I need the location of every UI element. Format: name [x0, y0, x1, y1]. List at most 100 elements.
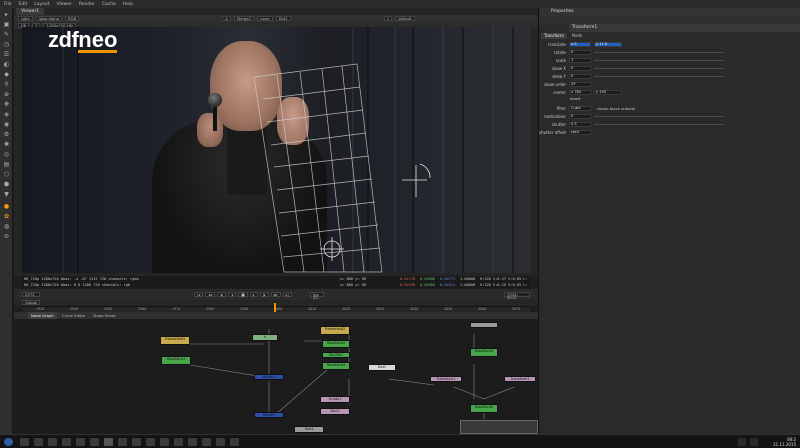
shutter-offset-dropdown[interactable]: start [569, 130, 591, 135]
taskbar-app-13-icon[interactable] [188, 438, 197, 446]
next-frame-button[interactable]: |▸ [259, 292, 269, 297]
first-frame-button[interactable]: |◂ [194, 292, 204, 297]
taskbar-app-8-icon[interactable] [118, 438, 127, 446]
viewer-tab[interactable]: Viewer1 [16, 8, 45, 15]
clamp-options[interactable]: clamp black outside [597, 105, 635, 112]
node-rotopaint2[interactable]: RotoPaint2 [322, 340, 350, 348]
taskbar-app-1-icon[interactable] [20, 438, 29, 446]
scale-slider[interactable] [594, 60, 724, 61]
taskbar-app-10-icon[interactable] [146, 438, 155, 446]
taskbar-nuke-icon[interactable] [104, 438, 113, 446]
display-dropdown[interactable]: RGB [65, 16, 80, 21]
node-text1[interactable]: Text1 [294, 426, 324, 433]
particles-icon[interactable]: ✺ [2, 140, 11, 148]
skew-x-field[interactable]: 0 [569, 66, 591, 71]
node-merge2[interactable]: Merge2 [254, 412, 284, 418]
time-icon[interactable]: ◷ [2, 40, 11, 48]
menu-render[interactable]: Render [79, 2, 95, 7]
menu-help[interactable]: Help [123, 2, 133, 7]
taskbar-app-16-icon[interactable] [230, 438, 239, 446]
skew-y-slider[interactable] [594, 76, 724, 77]
channel-dropdown[interactable]: rgba [18, 16, 33, 21]
transform-overlay[interactable] [22, 27, 530, 273]
channel-icon[interactable]: ☰ [2, 50, 11, 58]
pointer-icon[interactable]: ▸ [2, 10, 11, 18]
layer-dropdown[interactable]: rgba.alpha [35, 16, 63, 21]
center-x-field[interactable]: x 760 [569, 90, 591, 95]
3d-icon[interactable]: ◈ [2, 110, 11, 118]
taskbar-app-15-icon[interactable] [216, 438, 225, 446]
deep-icon[interactable]: ◎ [2, 150, 11, 158]
system-clock[interactable]: 08:2 21.11.2015 [773, 437, 796, 447]
menu-file[interactable]: File [4, 2, 12, 7]
tab-transform[interactable]: Transform [541, 33, 567, 39]
node-rotopaint4[interactable]: RotoPaint4 [470, 348, 498, 357]
image-icon[interactable]: ▣ [2, 20, 11, 28]
fps-field[interactable]: fps 25 [310, 292, 324, 299]
viewer-image[interactable]: zdf neo [22, 27, 530, 273]
tab-dope-sheet[interactable]: Dope Sheet [90, 312, 118, 319]
camera-icon[interactable]: ⬢ [2, 180, 11, 188]
views-icon[interactable]: ◉ [2, 120, 11, 128]
a-input-label[interactable]: A [222, 16, 231, 21]
taskbar-app-14-icon[interactable] [202, 438, 211, 446]
menu-layout[interactable]: Layout [34, 2, 49, 7]
current-frame-field[interactable]: 2972 [22, 292, 40, 297]
motionblur-slider[interactable] [594, 116, 724, 117]
scale-field[interactable]: 1 [569, 58, 591, 63]
menu-edit[interactable]: Edit [19, 2, 28, 7]
taskbar-app-12-icon[interactable] [174, 438, 183, 446]
ocula-icon[interactable]: ● [2, 202, 11, 210]
properties-node-name[interactable]: Transform1 [569, 24, 800, 32]
taskbar-app-5-icon[interactable] [76, 438, 85, 446]
furnace-icon[interactable]: ▼ [2, 190, 11, 198]
next-keyframe-button[interactable]: ▸▸ [270, 292, 281, 297]
translate-x-field[interactable]: x 0 [569, 42, 591, 47]
tab-node[interactable]: Node [569, 33, 585, 39]
frame-range-field[interactable]: 2944-3010 [504, 292, 530, 299]
taskbar-app-11-icon[interactable] [160, 438, 169, 446]
last-frame-button[interactable]: ▸| [282, 292, 292, 297]
draw-icon[interactable]: ✎ [2, 30, 11, 38]
taskbar-app-4-icon[interactable] [62, 438, 71, 446]
shutter-slider[interactable] [594, 124, 724, 125]
rotate-slider[interactable] [594, 52, 724, 53]
transform-icon[interactable]: ✥ [2, 100, 11, 108]
compare-dropdown[interactable]: none [257, 16, 273, 21]
play-backward-button[interactable]: ◂ [228, 292, 237, 297]
tray-volume-icon[interactable] [750, 438, 758, 446]
start-icon[interactable] [4, 438, 13, 446]
node-transform1[interactable]: Transform1 [430, 376, 462, 382]
play-forward-button[interactable]: ▸ [249, 292, 258, 297]
settings-icon[interactable]: ⊘ [2, 232, 11, 240]
node-rotopaint1[interactable]: RotoPaint1 [161, 356, 191, 365]
node-rotopaint5[interactable]: RotoPaint5 [470, 404, 498, 413]
skew-order-dropdown[interactable]: XY [569, 82, 591, 87]
shutter-field[interactable]: 0.5 [569, 122, 591, 127]
taskbar-app-9-icon[interactable] [132, 438, 141, 446]
color-icon[interactable]: ◐ [2, 60, 11, 68]
node-shuffle1[interactable]: Shuffle1 [322, 352, 350, 358]
taskbar-app-6-icon[interactable] [90, 438, 99, 446]
taskbar-app-3-icon[interactable] [48, 438, 57, 446]
prev-keyframe-button[interactable]: ◂◂ [205, 292, 215, 297]
node-graph-panel[interactable]: Node Graph Curve Editor Dope Sheet Frame… [14, 312, 538, 434]
node-rotopaint3[interactable]: RotoPaint3 [322, 362, 350, 370]
filter-icon[interactable]: ◆ [2, 70, 11, 78]
merge-icon[interactable]: ⊕ [2, 90, 11, 98]
toolsets-icon[interactable]: ▤ [2, 160, 11, 168]
node-merge1[interactable]: Merge1 [254, 374, 284, 380]
skew-x-slider[interactable] [594, 68, 724, 69]
tray-network-icon[interactable] [738, 438, 746, 446]
tab-node-graph[interactable]: Node Graph [28, 312, 57, 319]
node-dot1[interactable]: Dot1 [368, 364, 396, 371]
stop-button[interactable]: ■ [238, 292, 248, 297]
node-backdrop[interactable] [460, 420, 538, 434]
metadata-icon[interactable]: ⚙ [2, 130, 11, 138]
taskbar-app-2-icon[interactable] [34, 438, 43, 446]
node-transform2[interactable]: Transform2 [504, 376, 536, 382]
prev-frame-button[interactable]: ◂| [217, 292, 227, 297]
tab-curve-editor[interactable]: Curve Editor [59, 312, 89, 319]
lut-dropdown[interactable]: default [395, 16, 415, 21]
menu-cache[interactable]: Cache [102, 2, 116, 7]
